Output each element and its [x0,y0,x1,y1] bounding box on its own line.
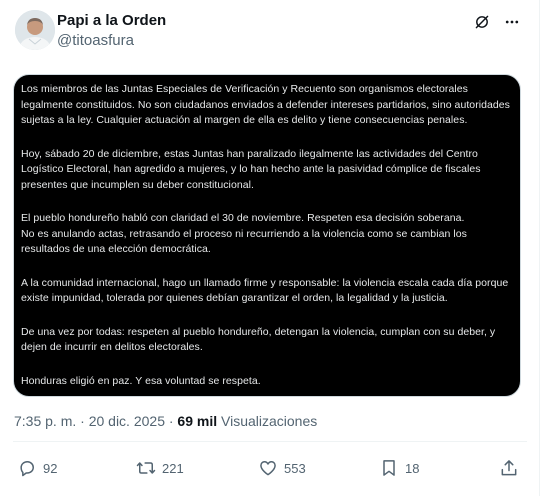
post-paragraph: El pueblo hondureño habló con claridad e… [21,212,467,255]
grok-icon[interactable] [472,12,492,32]
post-paragraph: Hoy, sábado 20 de diciembre, estas Junta… [21,147,481,191]
post-paragraph: De una vez por todas: respeten al pueblo… [21,325,496,354]
like-button[interactable]: 553 [258,458,306,478]
author-handle[interactable]: @titoasfura [57,31,166,51]
reply-button[interactable]: 92 [17,458,57,478]
bookmark-button[interactable]: 18 [379,458,419,478]
like-count: 553 [284,460,306,476]
post-top-actions [472,12,522,32]
bookmark-count: 18 [405,460,420,476]
avatar[interactable] [15,10,55,50]
reply-icon [20,461,34,477]
reply-count: 92 [43,460,58,476]
author-display-name[interactable]: Papi a la Orden [57,11,166,31]
bookmark-icon [383,460,395,476]
post-paragraph: Honduras eligió en paz. Y esa voluntad s… [21,374,261,387]
post-image-card[interactable]: Los miembros de las Juntas Especiales de… [13,74,521,397]
repost-icon [136,462,156,474]
avatar-image [15,10,55,50]
like-icon [260,461,276,476]
views-count: 69 mil [177,413,218,429]
repost-count: 221 [162,460,184,476]
post-paragraph: Los miembros de las Juntas Especiales de… [21,83,510,126]
post-timestamp[interactable]: 7:35 p. m. · 20 dic. 2025 · [14,413,174,429]
share-button[interactable] [499,458,519,478]
post-paragraph: A la comunidad internacional, hago un ll… [21,276,509,305]
more-icon[interactable] [502,12,522,32]
post-meta: 7:35 p. m. · 20 dic. 2025 · 69 mil Visua… [14,413,317,429]
action-bar: 92 221 553 18 [0,458,540,480]
share-icon [501,460,517,476]
divider [13,441,527,442]
repost-button[interactable]: 221 [136,458,184,478]
author-block: Papi a la Orden @titoasfura [57,11,166,51]
views-label: Visualizaciones [221,413,318,429]
